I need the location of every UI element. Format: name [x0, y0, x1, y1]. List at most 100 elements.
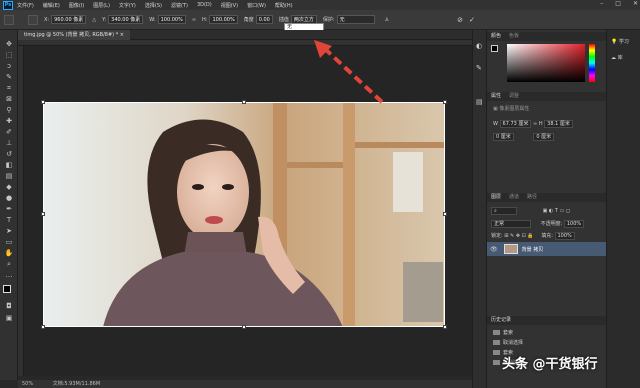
gradient-tool-icon[interactable]: ▤ — [4, 172, 14, 181]
interp-label: 插值 — [278, 17, 289, 23]
layer-filter-icons[interactable]: ▣ ◐ T ▭ ◻ — [543, 208, 570, 214]
visibility-eye-icon[interactable]: 👁 — [490, 246, 498, 253]
delta-icon[interactable]: △ — [92, 17, 96, 23]
quick-mask-icon[interactable]: ◘ — [4, 302, 14, 311]
eyedropper-icon[interactable]: ⚲ — [4, 106, 14, 115]
angle-field[interactable]: 0.00 — [255, 15, 273, 24]
pen-tool-icon[interactable]: ✒ — [4, 205, 14, 214]
tab-channels[interactable]: 通道 — [509, 194, 519, 200]
fill-field[interactable]: 100% — [554, 232, 575, 240]
tab-color[interactable]: 颜色 — [491, 33, 501, 39]
tab-history[interactable]: 历史记录 — [491, 317, 511, 323]
hand-tool-icon[interactable]: ✋ — [4, 249, 14, 258]
lasso-tool-icon[interactable]: ↄ — [4, 62, 14, 71]
prop-y-field[interactable]: 0 厘米 — [533, 133, 555, 141]
history-item[interactable]: 套索 — [493, 329, 513, 336]
tab-swatches[interactable]: 色板 — [509, 33, 519, 39]
protect-select[interactable]: 无 — [336, 15, 375, 24]
commit-transform-icon[interactable]: ✓ — [469, 16, 475, 24]
layer-row-background-copy[interactable]: 👁 背景 拷贝 — [487, 242, 607, 256]
panel-dock-strip: ◐ ✎ ▤ — [472, 30, 486, 388]
prop-wh-row: W 67.73 厘米 ∞ H 38.1 厘米 — [493, 120, 573, 128]
prop-w-label: W — [493, 121, 498, 127]
hue-slider[interactable] — [589, 44, 595, 82]
shape-tool-icon[interactable]: ▭ — [4, 238, 14, 247]
color-panel-icon[interactable]: ◐ — [476, 42, 482, 50]
document-tab[interactable]: timg.jpg @ 50% (背景 拷贝, RGB/8#) * × — [18, 30, 130, 40]
history-item[interactable]: 取消选择 — [493, 339, 523, 346]
menu-edit[interactable]: 编辑(E) — [43, 2, 60, 9]
blend-mode-select[interactable]: 正常 — [491, 220, 531, 228]
menu-window[interactable]: 窗口(W) — [247, 2, 266, 9]
y-field[interactable]: 340.00 像素 — [108, 15, 144, 24]
menu-type[interactable]: 文字(Y) — [119, 2, 136, 9]
cancel-transform-icon[interactable]: ⊘ — [457, 16, 463, 24]
menu-help[interactable]: 帮助(H) — [275, 2, 293, 9]
fg-color-chip[interactable] — [491, 45, 498, 52]
brush-tool-icon[interactable]: ✐ — [4, 128, 14, 137]
menu-filter[interactable]: 滤镜(T) — [171, 2, 188, 9]
transform-handle-top[interactable] — [242, 100, 246, 104]
menu-3d[interactable]: 3D(D) — [197, 2, 212, 8]
foreground-color-swatch[interactable] — [3, 285, 11, 293]
opacity-field[interactable]: 100% — [563, 220, 585, 228]
transform-handle-right[interactable] — [443, 212, 447, 216]
tab-paths[interactable]: 路径 — [527, 194, 537, 200]
type-tool-icon[interactable]: T — [4, 216, 14, 225]
quick-select-icon[interactable]: ✎ — [4, 73, 14, 82]
link-icon[interactable]: ∞ — [192, 17, 196, 23]
prop-x-field[interactable]: 0 厘米 — [493, 133, 514, 141]
close-tab-icon[interactable]: × — [120, 32, 124, 38]
blur-tool-icon[interactable]: ◆ — [4, 183, 14, 192]
learn-button[interactable]: 💡 学习 — [611, 38, 629, 45]
prop-w-field[interactable]: 67.73 厘米 — [499, 120, 532, 128]
menu-layer[interactable]: 图层(L) — [93, 2, 110, 9]
prop-h-field[interactable]: 38.1 厘米 — [544, 120, 573, 128]
move-tool-icon[interactable]: ✥ — [4, 40, 14, 49]
zoom-level[interactable]: 50% — [22, 381, 33, 387]
menu-image[interactable]: 图像(I) — [69, 2, 84, 9]
menu-select[interactable]: 选择(S) — [145, 2, 162, 9]
close-icon[interactable]: ✕ — [633, 0, 638, 7]
tab-adjustments[interactable]: 调整 — [509, 93, 519, 99]
lock-icons[interactable]: ⊞ ✎ ✥ ⊡ 🔒 — [504, 233, 533, 239]
transform-handle-left[interactable] — [41, 212, 45, 216]
frame-tool-icon[interactable]: ⊠ — [4, 95, 14, 104]
menu-file[interactable]: 文件(F) — [17, 2, 34, 9]
h-field[interactable]: 100.00% — [209, 15, 238, 24]
w-field[interactable]: 100.00% — [157, 15, 186, 24]
x-field[interactable]: 960.00 像素 — [51, 15, 87, 24]
tab-layers[interactable]: 图层 — [491, 194, 501, 200]
eraser-tool-icon[interactable]: ◧ — [4, 161, 14, 170]
layer-filter-select[interactable]: ⌕ — [491, 207, 517, 215]
tool-preset-button[interactable] — [4, 14, 14, 25]
menu-view[interactable]: 视图(V) — [221, 2, 238, 9]
more-tools-icon[interactable]: … — [4, 271, 14, 280]
minimize-icon[interactable]: – — [600, 0, 603, 7]
transform-handle-tl[interactable] — [41, 100, 45, 104]
library-button[interactable]: ☁ 库 — [611, 54, 623, 61]
color-picker-field[interactable] — [507, 44, 585, 82]
document-image[interactable] — [43, 102, 445, 327]
transform-handle-tr[interactable] — [443, 100, 447, 104]
link-wh-icon[interactable]: ∞ — [533, 121, 537, 127]
healing-brush-icon[interactable]: ✚ — [4, 117, 14, 126]
tab-properties[interactable]: 属性 — [491, 93, 501, 99]
dodge-tool-icon[interactable]: ● — [4, 194, 14, 203]
crop-tool-icon[interactable]: ⌗ — [4, 84, 14, 93]
stamp-tool-icon[interactable]: ⊥ — [4, 139, 14, 148]
reference-point-button[interactable] — [28, 14, 38, 25]
zoom-tool-icon[interactable]: ⌕ — [4, 260, 14, 269]
screen-mode-icon[interactable]: ▣ — [4, 314, 14, 323]
history-brush-icon[interactable]: ↺ — [4, 150, 14, 159]
marquee-tool-icon[interactable]: ⬚ — [4, 51, 14, 60]
maximize-icon[interactable]: □ — [615, 0, 621, 7]
path-select-icon[interactable]: ➤ — [4, 227, 14, 236]
transform-handle-bl[interactable] — [41, 325, 45, 329]
status-bar: 50% 文档:5.93M/11.86M — [18, 380, 472, 388]
transform-handle-bottom[interactable] — [242, 325, 246, 329]
properties-panel-icon[interactable]: ▤ — [476, 98, 483, 106]
brush-panel-icon[interactable]: ✎ — [476, 64, 482, 72]
puppet-icon[interactable]: ♙ — [385, 17, 389, 23]
transform-handle-br[interactable] — [443, 325, 447, 329]
